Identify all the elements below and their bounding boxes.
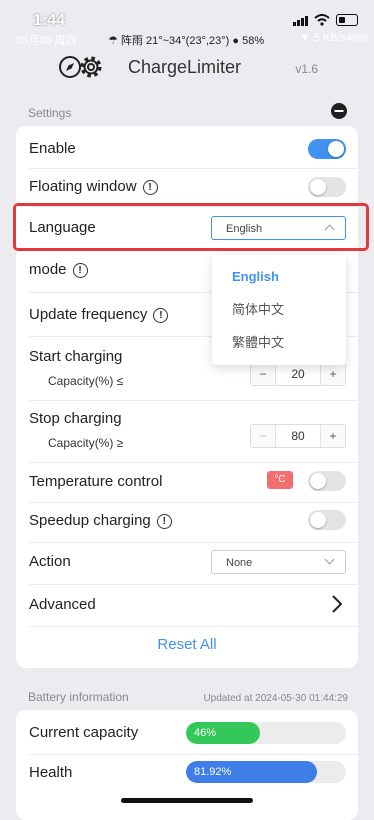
speedup-charging-toggle[interactable] [308, 510, 346, 530]
chevron-right-icon[interactable] [332, 595, 342, 613]
system-icons [293, 14, 358, 26]
start-charging-label: Start charging [29, 348, 123, 365]
advanced-row[interactable]: Advanced [29, 586, 346, 624]
weather-text: 阵雨 21°~34°(23°,23°) [120, 35, 230, 47]
info-icon[interactable]: ! [72, 263, 88, 278]
temperature-control-row: Temperature control °C [29, 462, 346, 500]
temperature-control-label: Temperature control [29, 473, 163, 490]
stop-charging-sub-label: Capacity(%) ≥ [48, 436, 124, 450]
language-dropdown: English 简体中文 繁體中文 [212, 255, 346, 365]
battery-icon [336, 14, 358, 26]
floating-window-text: Floating window [29, 178, 137, 195]
stop-charging-value[interactable]: 80 [275, 425, 321, 447]
language-option-traditional-chinese[interactable]: 繁體中文 [212, 327, 346, 359]
app-title: ChargeLimiter [128, 57, 242, 77]
update-frequency-text: Update frequency [29, 306, 148, 323]
action-row: Action None [29, 544, 346, 582]
enable-toggle[interactable] [308, 139, 346, 159]
health-fill: 81.92% [186, 761, 318, 783]
action-label: Action [29, 553, 71, 570]
enable-row: Enable [29, 130, 346, 168]
app-header: ChargeLimiter v1.6 [0, 48, 374, 88]
status-weather: ☂ 阵雨 21°~34°(23°,23°) ● 58% [108, 35, 265, 47]
action-select[interactable]: None [211, 550, 346, 574]
mode-text: mode [29, 261, 67, 278]
status-net-speed: ▼ 5 KB/s46% [299, 32, 368, 44]
temperature-control-toggle[interactable] [308, 471, 346, 491]
divider [29, 584, 358, 585]
increment-button[interactable]: + [321, 425, 345, 447]
start-charging-sub-label: Capacity(%) ≤ [48, 374, 124, 388]
status-bar: 1:44 05月30 周四 ☂ 阵雨 21°~34°(23°,23°) ● 58… [0, 0, 374, 48]
increment-button[interactable]: + [321, 363, 345, 385]
battery-info-updated: Updated at 2024-05-30 01:44:29 [203, 693, 348, 704]
floating-window-toggle[interactable] [308, 177, 346, 197]
action-select-value: None [226, 557, 253, 569]
decrement-button[interactable]: − [251, 363, 275, 385]
chevron-down-icon [324, 554, 335, 565]
current-capacity-label: Current capacity [29, 724, 139, 741]
start-charging-stepper[interactable]: − 20 + [250, 362, 346, 386]
health-label: Health [29, 764, 73, 781]
temperature-unit-badge[interactable]: °C [267, 471, 293, 489]
reset-all-button[interactable]: Reset All [16, 636, 358, 653]
divider [29, 542, 358, 543]
battery-info-section-label: Battery information [28, 690, 129, 704]
speedup-charging-text: Speedup charging [29, 512, 151, 529]
info-icon[interactable]: ! [142, 180, 158, 195]
enable-label: Enable [29, 140, 76, 157]
floating-window-label: Floating window! [29, 178, 158, 195]
speedup-charging-label: Speedup charging! [29, 512, 172, 529]
health-bar: 81.92% [186, 761, 346, 783]
current-capacity-bar: 46% [186, 722, 346, 744]
language-highlight [13, 203, 369, 251]
stop-charging-label: Stop charging [29, 410, 122, 427]
floating-window-row: Floating window! [29, 168, 346, 206]
net-speed-text: 5 KB/s46% [313, 32, 368, 44]
stop-charging-stepper[interactable]: − 80 + [250, 424, 346, 448]
current-capacity-fill: 46% [186, 722, 260, 744]
home-indicator[interactable] [121, 798, 253, 803]
start-charging-value[interactable]: 20 [275, 363, 321, 385]
wifi-icon [314, 14, 330, 26]
battery-info-card: Current capacity 46% Health 81.92% [16, 710, 358, 820]
status-date: 05月30 周四 [16, 35, 77, 47]
divider [29, 626, 358, 627]
speedup-charging-row: Speedup charging! [29, 502, 346, 540]
info-icon[interactable]: ! [156, 514, 172, 529]
status-time: 1:44 [33, 12, 66, 29]
battery-percent: 58% [242, 35, 265, 47]
signal-icon [293, 15, 308, 26]
settings-section-label: Settings [28, 106, 72, 120]
stop-charging-row: Stop charging Capacity(%) ≥ − 80 + [29, 404, 346, 460]
language-option-english[interactable]: English [212, 261, 346, 293]
mode-label: mode! [29, 261, 88, 278]
decrement-button[interactable]: − [251, 425, 275, 447]
app-version: v1.6 [295, 62, 318, 76]
advanced-label: Advanced [29, 596, 96, 613]
gear-icon[interactable] [78, 54, 104, 80]
update-frequency-label: Update frequency! [29, 306, 169, 323]
collapse-icon[interactable] [330, 102, 348, 120]
info-icon[interactable]: ! [153, 308, 169, 323]
divider [29, 754, 358, 755]
language-option-simplified-chinese[interactable]: 简体中文 [212, 294, 346, 326]
divider [29, 400, 358, 401]
